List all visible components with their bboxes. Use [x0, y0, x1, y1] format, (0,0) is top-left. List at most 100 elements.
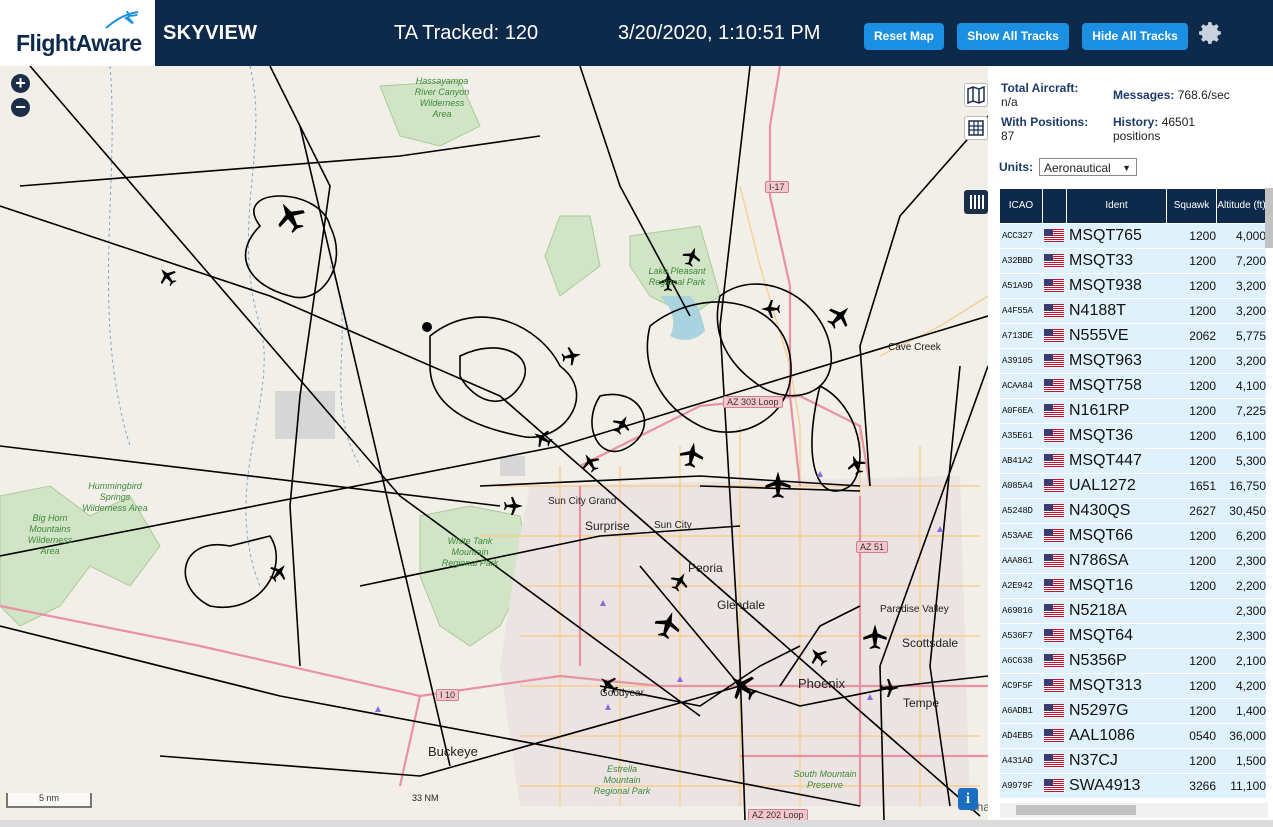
table-row[interactable]: A6ADB1 N5297G 1200 1,400 [1000, 699, 1266, 724]
road-shield: AZ 303 Loop [723, 396, 783, 408]
grid-icon[interactable] [964, 116, 988, 140]
table-row[interactable]: A32BBD MSQT33 1200 7,200 [1000, 249, 1266, 274]
ident-cell: N161RP [1069, 402, 1130, 419]
table-row[interactable]: A0F6EA N161RP 1200 7,225 [1000, 399, 1266, 424]
column-header-icao[interactable]: ICAO [1000, 189, 1043, 223]
altitude-cell: 6,200 [1235, 529, 1266, 543]
us-flag-icon [1044, 604, 1064, 617]
squawk-cell: 1200 [1189, 304, 1216, 318]
table-row[interactable]: A53AAE MSQT66 1200 6,200 [1000, 524, 1266, 549]
squawk-cell: 1200 [1189, 679, 1216, 693]
squawk-cell: 0540 [1189, 729, 1216, 743]
vertical-scrollbar[interactable] [1265, 188, 1273, 248]
ident-cell: N786SA [1069, 552, 1129, 569]
with-positions-stat: With Positions: 87 [1001, 115, 1088, 143]
squawk-cell: 1200 [1189, 654, 1216, 668]
table-row[interactable]: A35E61 MSQT36 1200 6,100 [1000, 424, 1266, 449]
table-row[interactable]: A2E942 MSQT16 1200 2,200 [1000, 574, 1266, 599]
us-flag-icon [1044, 679, 1064, 692]
messages-label: Messages: [1113, 88, 1175, 102]
icao-cell: A51A9D [1002, 281, 1033, 291]
us-flag-icon [1044, 554, 1064, 567]
table-row[interactable]: AD4EB5 AAL1086 0540 36,000 [1000, 724, 1266, 749]
table-row[interactable]: A9979F SWA4913 3266 11,100 [1000, 774, 1266, 799]
icao-cell: A713DE [1002, 331, 1033, 341]
total-aircraft-stat: Total Aircraft: n/a [1001, 81, 1078, 109]
table-row[interactable]: A713DE N555VE 2062 5,775 [1000, 324, 1266, 349]
column-header-altitude[interactable]: Altitude (ft) [1217, 189, 1266, 223]
icao-cell: AB41A2 [1002, 456, 1033, 466]
show-all-tracks-button[interactable]: Show All Tracks [957, 23, 1069, 50]
city-label: Paradise Valley [880, 604, 949, 615]
ident-cell: MSQT64 [1069, 627, 1134, 644]
zoom-out-button[interactable]: − [11, 98, 30, 117]
squawk-cell: 1200 [1189, 529, 1216, 543]
icao-cell: A431AD [1002, 756, 1033, 766]
columns-icon[interactable] [964, 190, 988, 214]
column-header-ident[interactable]: Ident [1067, 189, 1167, 223]
squawk-cell: 1200 [1189, 354, 1216, 368]
scale-bar: 5 nm [6, 793, 92, 808]
table-row[interactable]: A6C638 N5356P 1200 2,100 [1000, 649, 1266, 674]
us-flag-icon [1044, 354, 1064, 367]
us-flag-icon [1044, 379, 1064, 392]
history-unit: positions [1113, 129, 1161, 143]
squawk-cell: 1200 [1189, 279, 1216, 293]
park-label: South Mountain Preserve [793, 769, 857, 790]
reset-map-button[interactable]: Reset Map [864, 23, 944, 50]
altitude-cell: 36,000 [1229, 729, 1266, 743]
map-layers-icon[interactable] [964, 83, 988, 107]
city-label: Scottsdale [902, 636, 959, 650]
table-row[interactable]: A536F7 MSQT64 2,300 [1000, 624, 1266, 649]
info-icon[interactable]: i [958, 788, 978, 810]
table-row[interactable]: ACAA84 MSQT758 1200 4,100 [1000, 374, 1266, 399]
icao-cell: A35E61 [1002, 431, 1033, 441]
zoom-in-button[interactable]: + [11, 74, 30, 93]
icao-cell: AD4EB5 [1002, 731, 1033, 741]
table-row[interactable]: AB41A2 MSQT447 1200 5,300 [1000, 449, 1266, 474]
table-row[interactable]: A085A4 UAL1272 1651 16,750 [1000, 474, 1266, 499]
squawk-cell: 2627 [1189, 504, 1216, 518]
ident-cell: N4188T [1069, 302, 1126, 319]
ident-cell: N37CJ [1069, 752, 1118, 769]
altitude-cell: 1,500 [1235, 754, 1266, 768]
city-label: Tempe [903, 696, 940, 710]
hide-all-tracks-button[interactable]: Hide All Tracks [1082, 23, 1188, 50]
scrollbar-thumb[interactable] [1016, 805, 1136, 815]
ident-cell: N5356P [1069, 652, 1127, 669]
city-label: Goodyear [600, 688, 644, 699]
history-label: History: [1113, 115, 1159, 129]
city-label: Sun City [654, 520, 692, 531]
icao-cell: A2E942 [1002, 581, 1033, 591]
table-row[interactable]: A5248D N430QS 2627 30,450 [1000, 499, 1266, 524]
table-row[interactable]: A51A9D MSQT938 1200 3,200 [1000, 274, 1266, 299]
table-row[interactable]: A4F55A N4188T 1200 3,200 [1000, 299, 1266, 324]
table-row[interactable]: ACC327 MSQT765 1200 4,000 [1000, 224, 1266, 249]
icao-cell: A0F6EA [1002, 406, 1033, 416]
icao-cell: AAA861 [1002, 556, 1033, 566]
altitude-cell: 2,100 [1235, 654, 1266, 668]
squawk-cell: 2062 [1189, 329, 1216, 343]
table-row[interactable]: A69016 N5218A 2,300 [1000, 599, 1266, 624]
icao-cell: A9979F [1002, 781, 1033, 791]
table-row[interactable]: A39105 MSQT963 1200 3,200 [1000, 349, 1266, 374]
map-canvas[interactable]: Hassayampa River Canyon Wilderness Area … [0, 66, 988, 820]
gear-icon[interactable] [1198, 20, 1224, 46]
ident-cell: MSQT33 [1069, 252, 1134, 269]
table-row[interactable]: AC9F5F MSQT313 1200 4,200 [1000, 674, 1266, 699]
us-flag-icon [1044, 754, 1064, 767]
table-row[interactable]: AAA861 N786SA 1200 2,300 [1000, 549, 1266, 574]
altitude-cell: 2,300 [1235, 554, 1266, 568]
altitude-cell: 3,200 [1235, 304, 1266, 318]
top-bar: FlightAware SKYVIEW TA Tracked: 120 3/20… [0, 0, 1273, 66]
altitude-cell: 7,225 [1235, 404, 1266, 418]
column-header-flag[interactable] [1043, 189, 1067, 223]
horizontal-scrollbar[interactable] [1000, 803, 1268, 817]
table-row[interactable]: A431AD N37CJ 1200 1,500 [1000, 749, 1266, 774]
icao-cell: ACC327 [1002, 231, 1033, 241]
park-label: Lake Pleasant Regional Park [648, 266, 706, 287]
units-select[interactable]: Aeronautical ▼ [1039, 158, 1137, 176]
column-header-squawk[interactable]: Squawk [1167, 189, 1217, 223]
flightaware-logo[interactable]: FlightAware [0, 0, 157, 66]
ident-cell: MSQT963 [1069, 352, 1142, 369]
